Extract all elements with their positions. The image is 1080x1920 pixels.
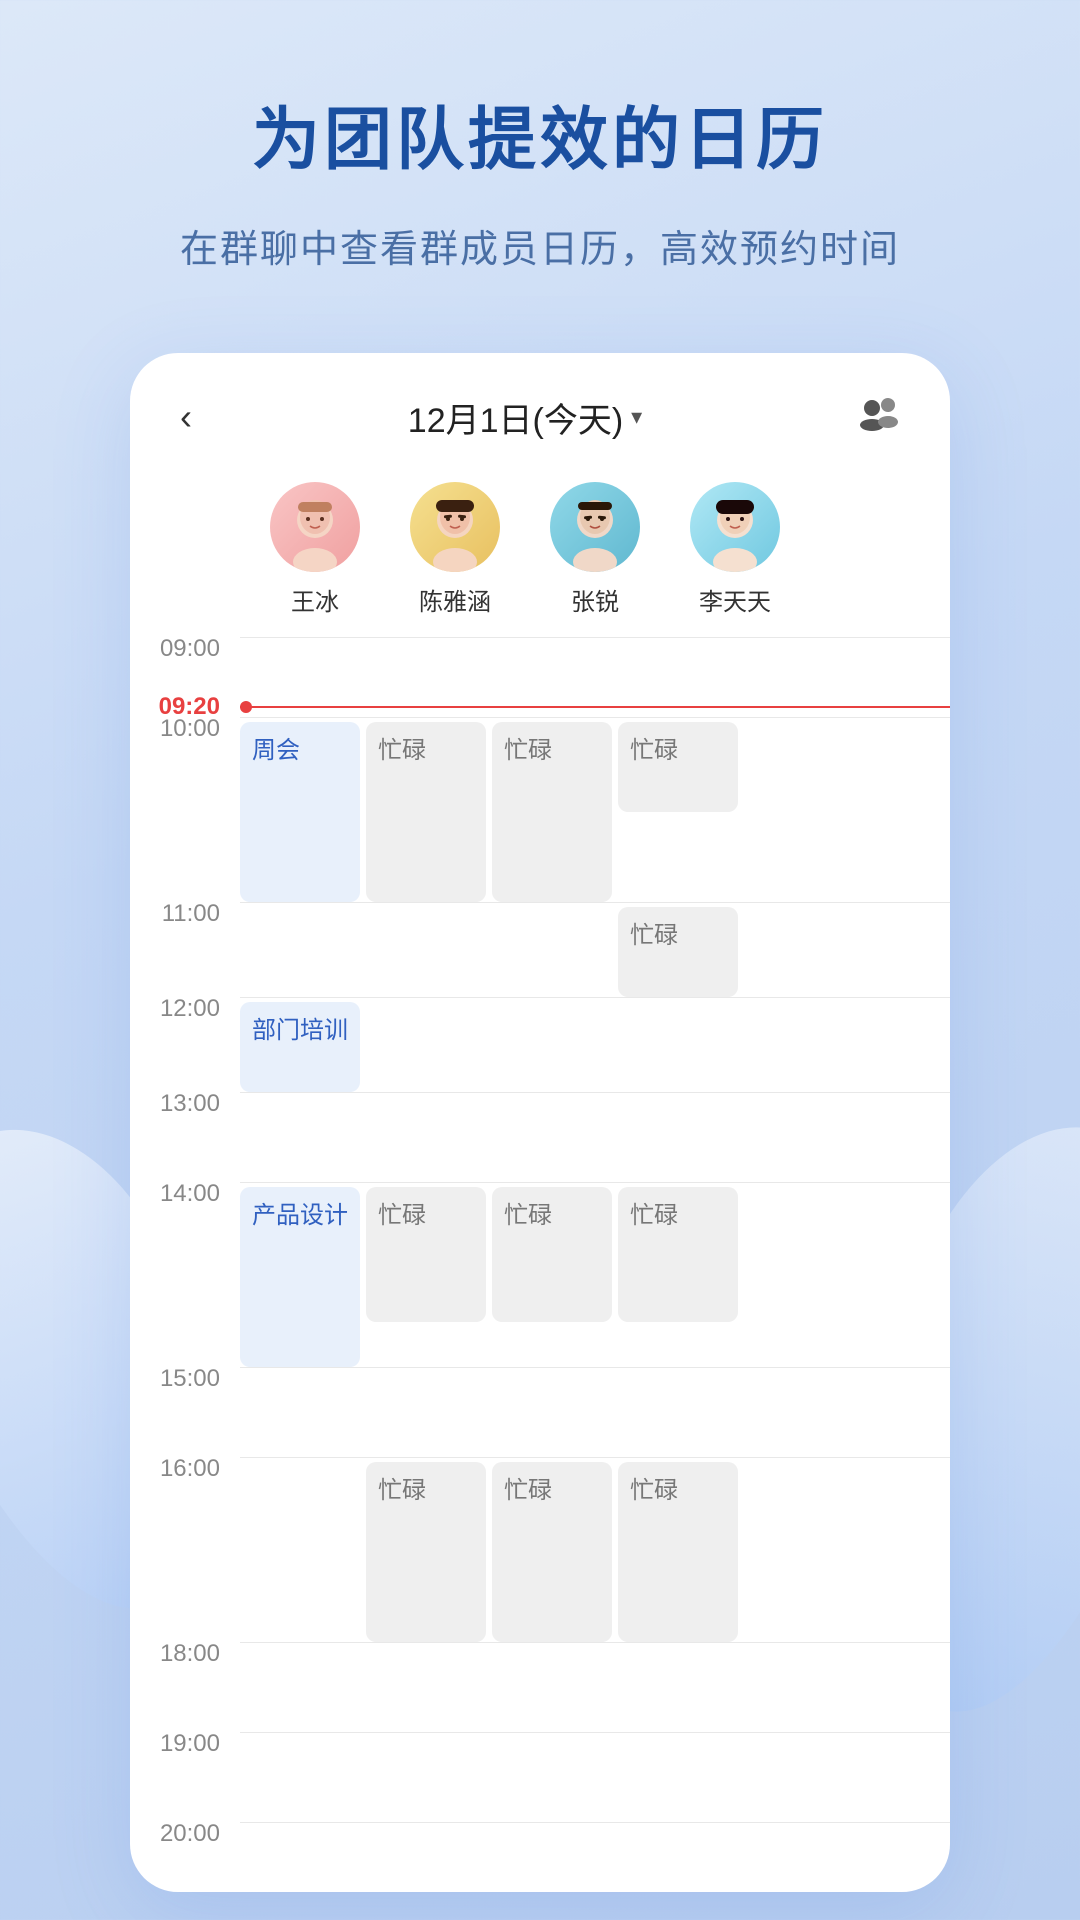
time-label-2000: 20:00 <box>130 1822 240 1846</box>
event-col-wang-1000: 周会 <box>240 722 360 902</box>
events-1400: 产品设计 忙碌 忙碌 <box>240 1183 940 1367</box>
avatar-name-wang: 王冰 <box>291 582 339 617</box>
event-col-wang-1100 <box>240 907 360 997</box>
avatar-item-zhang[interactable]: 张锐 <box>540 482 650 617</box>
time-label-1400: 14:00 <box>130 1182 240 1206</box>
time-events-1200: 部门培训 <box>240 997 950 1092</box>
event-mangle-li-1000[interactable]: 忙碌 <box>618 722 738 812</box>
event-col-wang-1200: 部门培训 <box>240 1002 360 1092</box>
time-label-1600: 16:00 <box>130 1457 240 1481</box>
events-1000: 周会 忙碌 忙碌 <box>240 718 940 902</box>
time-line-0900 <box>240 637 950 638</box>
back-button[interactable]: ‹ <box>180 396 192 438</box>
time-events-1600: 忙碌 忙碌 忙碌 <box>240 1457 950 1642</box>
time-label-1900: 19:00 <box>130 1732 240 1756</box>
time-label-1800: 18:00 <box>130 1642 240 1666</box>
card-header: ‹ 12月1日(今天) ▾ <box>130 353 950 462</box>
event-mangle-zhang-1400[interactable]: 忙碌 <box>492 1187 612 1322</box>
current-time-line <box>240 706 950 708</box>
avatar-item-chen[interactable]: 陈雅涵 <box>400 482 510 617</box>
events-1200: 部门培训 <box>240 998 940 1092</box>
avatar-item-li[interactable]: 李天天 <box>680 482 790 617</box>
event-col-chen-1400: 忙碌 <box>366 1187 486 1367</box>
event-mangle-li-1400[interactable]: 忙碌 <box>618 1187 738 1322</box>
event-col-li-1000: 忙碌 <box>618 722 738 902</box>
time-row-1300: 13:00 <box>130 1092 950 1182</box>
page-subtitle: 在群聊中查看群成员日历，高效预约时间 <box>180 218 900 273</box>
date-title[interactable]: 12月1日(今天) ▾ <box>408 393 642 442</box>
event-col-chen-1000: 忙碌 <box>366 722 486 902</box>
time-row-1000: 10:00 周会 忙碌 <box>130 717 950 902</box>
event-col-zhang-1600: 忙碌 <box>492 1462 612 1642</box>
avatar-name-zhang: 张锐 <box>571 582 619 617</box>
time-row-1800: 18:00 <box>130 1642 950 1732</box>
events-1100: 忙碌 <box>240 903 940 997</box>
avatar-name-chen: 陈雅涵 <box>419 582 491 617</box>
event-col-wang-1600 <box>240 1462 360 1642</box>
event-bumenpeixun[interactable]: 部门培训 <box>240 1002 360 1092</box>
time-row-1500: 15:00 <box>130 1367 950 1457</box>
time-events-1400: 产品设计 忙碌 忙碌 <box>240 1182 950 1367</box>
time-line-1900 <box>240 1732 950 1733</box>
events-1600: 忙碌 忙碌 忙碌 <box>240 1458 940 1642</box>
time-row-2000: 20:00 <box>130 1822 950 1862</box>
time-line-2000 <box>240 1822 950 1823</box>
event-mangle-chen-1600[interactable]: 忙碌 <box>366 1462 486 1642</box>
timeline: 09:00 09:20 10:00 周会 <box>130 637 950 1862</box>
time-label-1100: 11:00 <box>130 902 240 926</box>
time-events-1100: 忙碌 <box>240 902 950 997</box>
date-dropdown-arrow: ▾ <box>631 404 642 430</box>
event-col-zhang-1400: 忙碌 <box>492 1187 612 1367</box>
event-col-wang-1400: 产品设计 <box>240 1187 360 1367</box>
time-row-1600: 16:00 忙碌 忙碌 <box>130 1457 950 1642</box>
time-line-1800 <box>240 1642 950 1643</box>
time-events-1000: 周会 忙碌 忙碌 <box>240 717 950 902</box>
time-row-1200: 12:00 部门培训 <box>130 997 950 1092</box>
event-chanpinsheji[interactable]: 产品设计 <box>240 1187 360 1367</box>
time-row-0900: 09:00 <box>130 637 950 697</box>
time-label-0900: 09:00 <box>130 637 240 661</box>
event-col-li-1400: 忙碌 <box>618 1187 738 1367</box>
time-line-1300 <box>240 1092 950 1093</box>
date-label: 12月1日(今天) <box>408 393 623 442</box>
event-mangle-chen-1000[interactable]: 忙碌 <box>366 722 486 902</box>
time-row-1100: 11:00 忙碌 <box>130 902 950 997</box>
event-col-zhang-1000: 忙碌 <box>492 722 612 902</box>
time-label-1300: 13:00 <box>130 1092 240 1116</box>
current-time-dot <box>240 701 252 713</box>
event-col-chen-1100 <box>366 907 486 997</box>
current-time-row: 09:20 <box>130 697 950 717</box>
time-line-1500 <box>240 1367 950 1368</box>
event-mangle-chen-1400[interactable]: 忙碌 <box>366 1187 486 1322</box>
group-members-icon[interactable] <box>858 395 900 440</box>
event-mangle-zhang-1600[interactable]: 忙碌 <box>492 1462 612 1642</box>
event-mangle-li-1100[interactable]: 忙碌 <box>618 907 738 997</box>
event-col-li-1600: 忙碌 <box>618 1462 738 1642</box>
calendar-card: ‹ 12月1日(今天) ▾ <box>130 353 950 1892</box>
event-mangle-li-1600[interactable]: 忙碌 <box>618 1462 738 1642</box>
page-headline: 为团队提效的日历 <box>252 100 828 182</box>
avatars-row: 王冰 陈雅涵 <box>130 462 950 627</box>
time-label-1500: 15:00 <box>130 1367 240 1391</box>
event-col-li-1100: 忙碌 <box>618 907 738 997</box>
event-col-zhang-1100 <box>492 907 612 997</box>
time-label-1000: 10:00 <box>130 717 240 741</box>
event-zhouhu[interactable]: 周会 <box>240 722 360 902</box>
avatar-item-wang[interactable]: 王冰 <box>260 482 370 617</box>
avatar-name-li: 李天天 <box>699 582 771 617</box>
time-row-1900: 19:00 <box>130 1732 950 1822</box>
time-row-1400: 14:00 产品设计 忙碌 <box>130 1182 950 1367</box>
event-col-chen-1600: 忙碌 <box>366 1462 486 1642</box>
event-mangle-zhang-1000[interactable]: 忙碌 <box>492 722 612 902</box>
time-label-1200: 12:00 <box>130 997 240 1021</box>
